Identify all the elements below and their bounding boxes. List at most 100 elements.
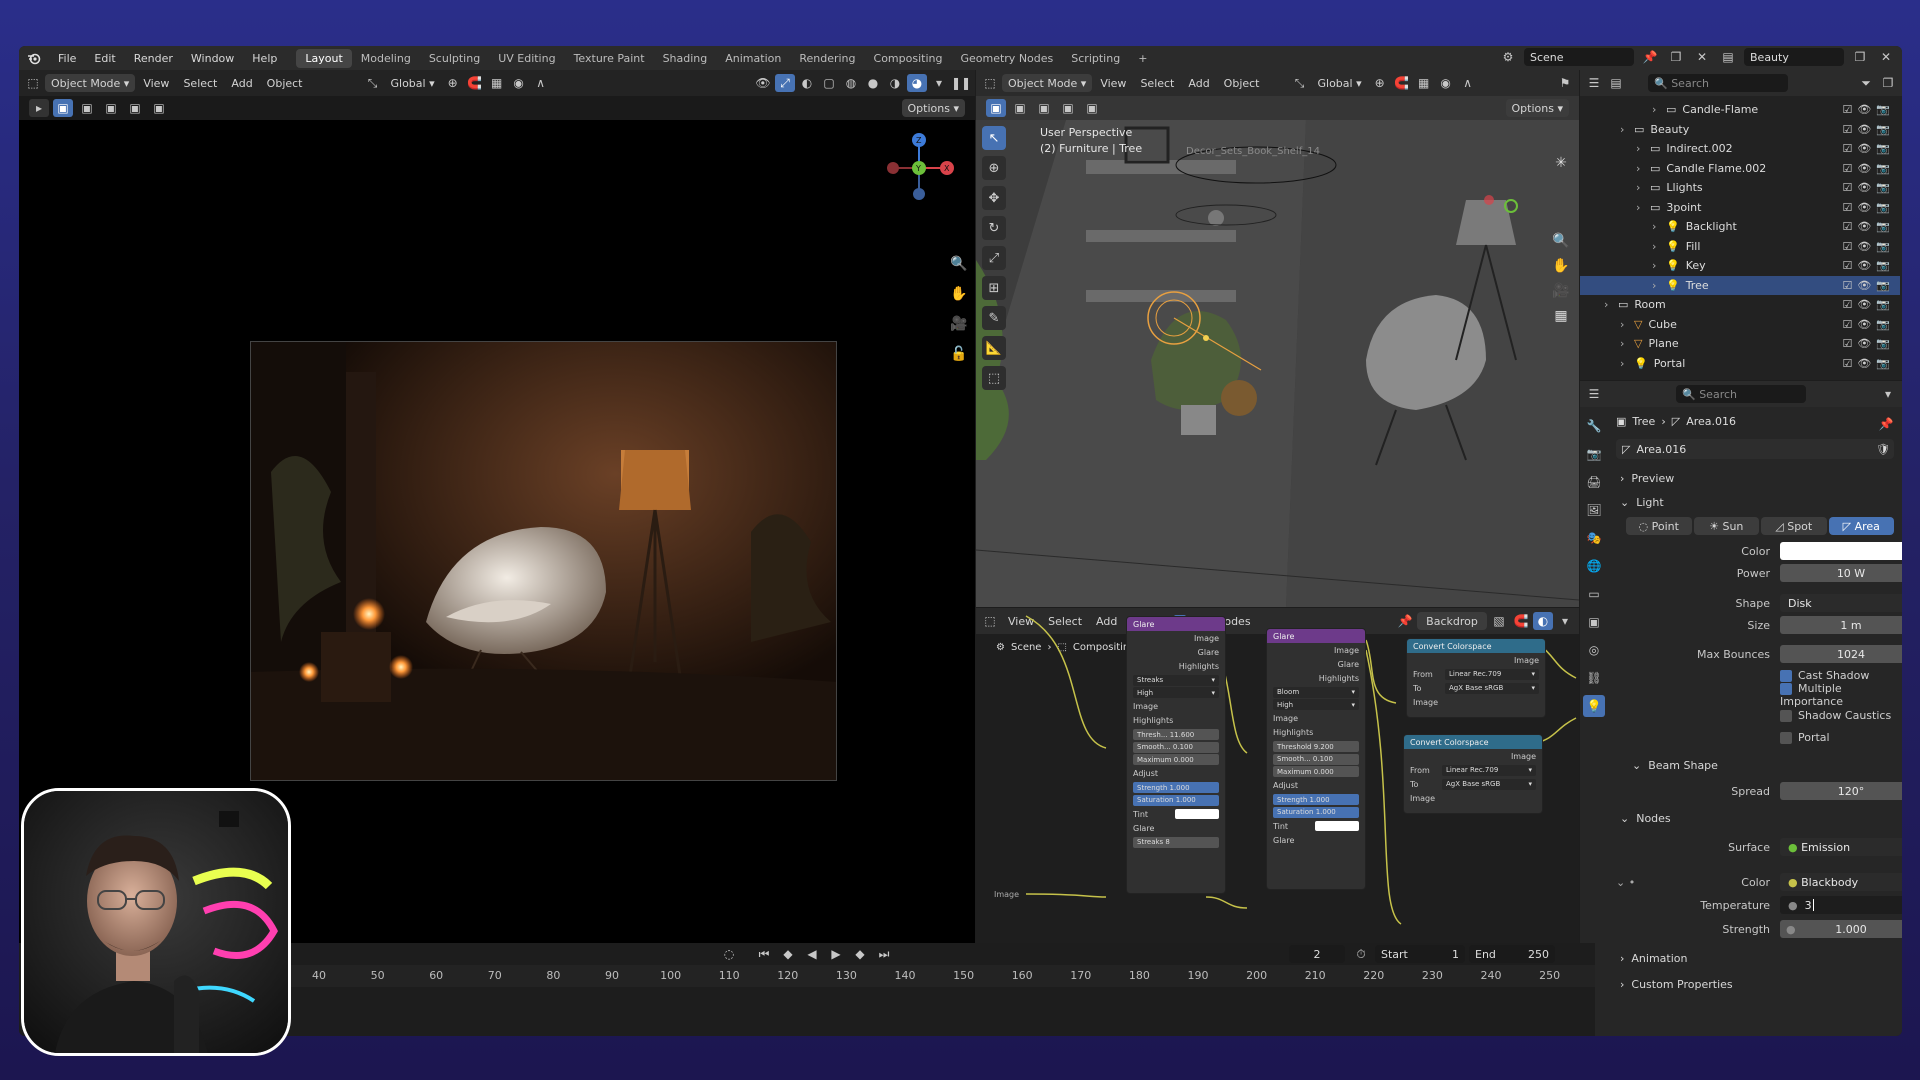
filter-icon[interactable]: ⏷ — [1856, 74, 1876, 92]
glare2-input-image[interactable]: Image — [1267, 712, 1365, 726]
object-menu[interactable]: Object — [1218, 74, 1266, 92]
navigation-gizmo[interactable]: Z X Y — [879, 128, 959, 208]
rotate-tool-icon[interactable]: ↻ — [982, 216, 1006, 240]
lock-camera-icon[interactable]: 🔓 — [948, 343, 970, 365]
convert2-output-image[interactable]: Image — [1404, 749, 1542, 763]
view-menu[interactable]: View — [137, 74, 175, 92]
add-workspace-icon[interactable]: + — [1129, 49, 1156, 68]
eye-icon[interactable]: 👁 — [1857, 337, 1871, 350]
eye-icon[interactable]: 👁 — [1857, 279, 1871, 292]
eye-icon[interactable]: 👁 — [1857, 259, 1871, 272]
eye-icon[interactable]: 👁 — [1857, 181, 1871, 194]
new-view-layer-icon[interactable]: ❐ — [1850, 48, 1870, 66]
options-dropdown[interactable]: Options ▾ — [1505, 99, 1569, 117]
gizmo-icon[interactable]: ⤢ — [775, 74, 795, 92]
glare1-adjust-panel[interactable]: Adjust — [1127, 767, 1225, 781]
camera-render-icon[interactable]: 📷 — [1876, 279, 1890, 292]
shape-dropdown[interactable]: Disk▾ — [1780, 594, 1902, 612]
scale-tool-icon[interactable]: ⤢ — [982, 246, 1006, 270]
expand-chevron-icon[interactable]: › — [1620, 123, 1634, 136]
tab-compositing[interactable]: Compositing — [865, 49, 952, 68]
glare1-maximum-field[interactable]: Maximum 0.000 — [1133, 754, 1219, 765]
camera-view-icon[interactable]: 🎥 — [948, 313, 970, 335]
editor-type-icon[interactable]: ⬚ — [980, 74, 1000, 92]
light-type-spot[interactable]: ◿ Spot — [1761, 517, 1827, 535]
outliner-row[interactable]: › ▭ Room ☑ 👁 📷 — [1580, 295, 1900, 314]
glare2-smooth-field[interactable]: Smooth... 0.100 — [1273, 753, 1359, 765]
keyframe-auto-icon[interactable]: ◌ — [719, 945, 739, 963]
transform-tool-icon[interactable]: ⊞ — [982, 276, 1006, 300]
shading-options-icon[interactable]: ▾ — [929, 74, 949, 92]
collapse-header-icon[interactable]: ⚑ — [1555, 74, 1575, 92]
tab-geometry-nodes[interactable]: Geometry Nodes — [951, 49, 1062, 68]
glare1-highlights-panel[interactable]: Highlights — [1127, 714, 1225, 728]
glare1-output-highlights[interactable]: Highlights — [1127, 659, 1225, 673]
glare1-quality-dropdown[interactable]: High ▾ — [1133, 687, 1219, 698]
view-menu[interactable]: View — [1094, 74, 1132, 92]
expand-chevron-icon[interactable]: › — [1636, 162, 1650, 175]
expand-chevron-icon[interactable]: › — [1652, 279, 1666, 292]
select-extend-icon[interactable]: ▣ — [77, 99, 97, 117]
end-frame-field[interactable]: End 250 — [1469, 945, 1555, 963]
convert1-from-dropdown[interactable]: Linear Rec.709 ▾ — [1445, 668, 1539, 680]
measure-tool-icon[interactable]: 📐 — [982, 336, 1006, 360]
fake-user-icon[interactable]: 🛡 — [1876, 443, 1890, 456]
light-panel[interactable]: ⌄ Light — [1620, 491, 1664, 513]
constraints-tab-icon[interactable]: ⛓ — [1583, 667, 1605, 689]
right-3d-viewport[interactable]: ⬚ Object Mode ▾ View Select Add Object ⤡… — [976, 70, 1579, 607]
pin-icon[interactable]: 📌 — [1876, 415, 1896, 433]
zoom-icon[interactable]: 🔍 — [948, 253, 970, 275]
glare1-streaks-field[interactable]: Streaks 8 — [1133, 836, 1219, 848]
close-scene-icon[interactable]: ✕ — [1692, 48, 1712, 66]
close-view-layer-icon[interactable]: ✕ — [1876, 48, 1896, 66]
view-layer-selector[interactable]: Beauty — [1744, 48, 1844, 66]
camera-render-icon[interactable]: 📷 — [1876, 298, 1890, 311]
tab-scripting[interactable]: Scripting — [1062, 49, 1129, 68]
outliner-row[interactable]: › 💡 Fill ☑ 👁 📷 — [1580, 237, 1900, 256]
next-keyframe-icon[interactable]: ◆ — [850, 945, 870, 963]
exclude-checkbox-icon[interactable]: ☑ — [1842, 337, 1852, 350]
expand-chevron-icon[interactable]: › — [1636, 181, 1650, 194]
light-type-sun[interactable]: ☀ Sun — [1693, 517, 1759, 535]
glare2-saturation-field[interactable]: Saturation 1.000 — [1273, 806, 1359, 818]
outliner-row[interactable]: › 💡 Backlight ☑ 👁 📷 — [1580, 217, 1900, 236]
breadcrumb-object[interactable]: Tree — [1632, 415, 1655, 428]
outliner-row[interactable]: › ▭ Indirect.002 ☑ 👁 📷 — [1580, 139, 1900, 158]
outliner-row[interactable]: › ▭ 3point ☑ 👁 📷 — [1580, 198, 1900, 217]
add-menu[interactable]: Add — [225, 74, 258, 92]
exclude-checkbox-icon[interactable]: ☑ — [1842, 259, 1852, 272]
camera-render-icon[interactable]: 📷 — [1876, 337, 1890, 350]
glare1-input-image[interactable]: Image — [1127, 700, 1225, 714]
convert-colorspace-node-2[interactable]: Convert Colorspace Image From Linear Rec.… — [1403, 734, 1543, 814]
play-icon[interactable]: ▶ — [826, 945, 846, 963]
menu-edit[interactable]: Edit — [85, 52, 124, 65]
select-menu[interactable]: Select — [177, 74, 223, 92]
eye-icon[interactable]: 👁 — [1857, 318, 1871, 331]
spread-field[interactable]: 120° — [1780, 782, 1902, 800]
eye-icon[interactable]: 👁 — [1857, 201, 1871, 214]
glare1-glare-panel[interactable]: Glare — [1127, 821, 1225, 835]
menu-window[interactable]: Window — [182, 52, 243, 65]
convert2-from-dropdown[interactable]: Linear Rec.709 ▾ — [1442, 764, 1536, 776]
tab-shading[interactable]: Shading — [654, 49, 717, 68]
outliner-row[interactable]: › ▭ Llights ☑ 👁 📷 — [1580, 178, 1900, 197]
outliner-row[interactable]: › ▭ Candle Flame.002 ☑ 👁 📷 — [1580, 159, 1900, 178]
exclude-checkbox-icon[interactable]: ☑ — [1842, 123, 1852, 136]
exclude-checkbox-icon[interactable]: ☑ — [1842, 142, 1852, 155]
glare2-glare-panel[interactable]: Glare — [1267, 833, 1365, 847]
tab-animation[interactable]: Animation — [716, 49, 790, 68]
select-intersect-icon[interactable]: ▣ — [149, 99, 169, 117]
prev-keyframe-icon[interactable]: ◆ — [778, 945, 798, 963]
expand-chevron-icon[interactable]: › — [1652, 240, 1666, 253]
pan-hand-icon[interactable]: ✋ — [1550, 255, 1572, 277]
custom-properties-panel[interactable]: › Custom Properties — [1620, 973, 1733, 995]
expand-chevron-icon[interactable]: › — [1620, 318, 1634, 331]
expand-chevron-icon[interactable]: › — [1636, 201, 1650, 214]
scene-tab-icon[interactable]: 🎭 — [1583, 527, 1605, 549]
xray-icon[interactable]: ▢ — [819, 74, 839, 92]
menu-render[interactable]: Render — [125, 52, 182, 65]
glare2-maximum-field[interactable]: Maximum 0.000 — [1273, 766, 1359, 777]
camera-render-icon[interactable]: 📷 — [1876, 259, 1890, 272]
glare2-highlights-panel[interactable]: Highlights — [1267, 726, 1365, 740]
glare2-output-glare[interactable]: Glare — [1267, 657, 1365, 671]
